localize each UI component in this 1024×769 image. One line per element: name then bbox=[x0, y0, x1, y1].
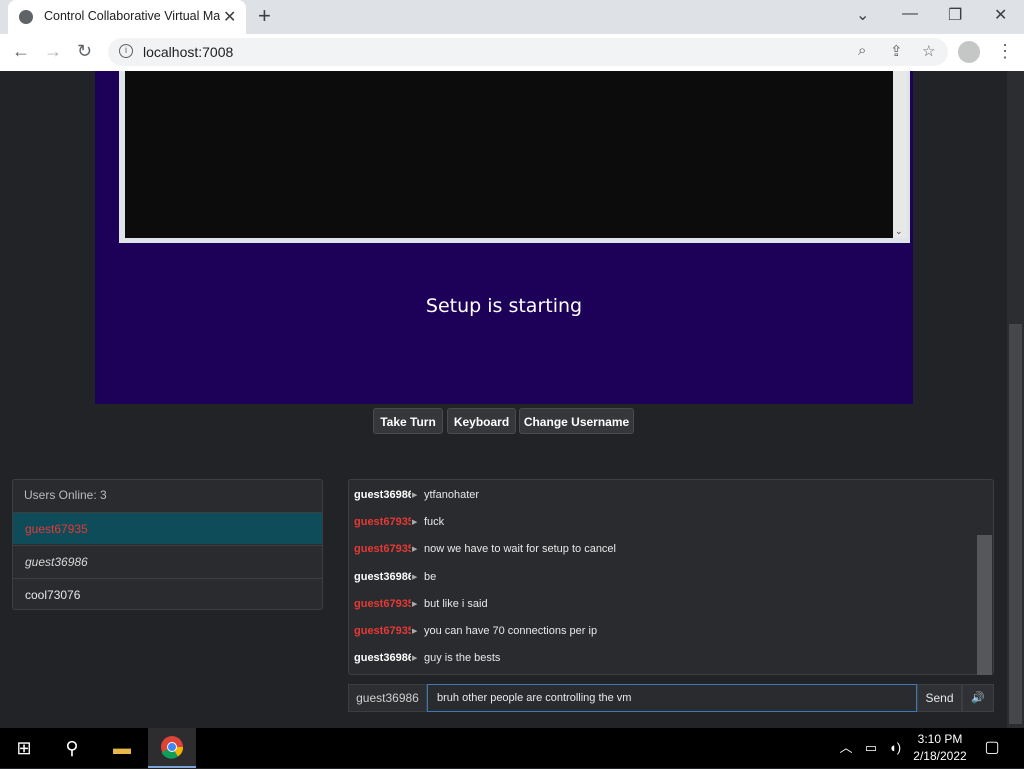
user-list-item[interactable]: guest67935 bbox=[13, 512, 322, 544]
chat-username: guest67935 bbox=[354, 516, 411, 528]
chat-arrow-icon: ▶ bbox=[412, 655, 418, 662]
speaker-icon[interactable]: ◖) bbox=[884, 728, 906, 768]
windows-start-icon[interactable]: ⊞ bbox=[0, 728, 48, 768]
chat-message: but like i said bbox=[424, 598, 488, 610]
browser-tab[interactable]: Control Collaborative Virtual Ma ✕ bbox=[8, 0, 246, 34]
chat-input[interactable] bbox=[427, 684, 917, 712]
chat-username-label: guest36986 bbox=[348, 684, 427, 712]
restore-button[interactable]: ❐ bbox=[948, 5, 962, 25]
chat-arrow-icon: ▶ bbox=[412, 574, 418, 581]
volume-icon[interactable]: 🔊 bbox=[962, 684, 994, 712]
info-icon[interactable]: i bbox=[119, 44, 133, 58]
chat-message: ytfanohater bbox=[424, 489, 480, 501]
chevron-down-icon: ⌄ bbox=[895, 226, 903, 236]
send-button[interactable]: Send bbox=[917, 684, 962, 712]
take-turn-button[interactable]: Take Turn bbox=[373, 408, 443, 434]
close-tab-icon[interactable]: ✕ bbox=[223, 7, 236, 27]
new-tab-button[interactable]: + bbox=[258, 3, 271, 29]
chat-username: guest67935 bbox=[354, 625, 411, 637]
chat-message: guy is the bests bbox=[424, 652, 501, 664]
keyboard-button[interactable]: Keyboard bbox=[447, 408, 516, 434]
chat-username: guest36986 bbox=[354, 489, 411, 501]
clock-date: 2/18/2022 bbox=[913, 749, 967, 763]
chrome-icon bbox=[161, 736, 184, 759]
globe-icon bbox=[19, 10, 33, 24]
chat-username: guest36986 bbox=[354, 652, 411, 664]
vm-console-scrollbar bbox=[893, 71, 907, 238]
chat-arrow-icon: ▶ bbox=[412, 492, 418, 499]
chat-scrollbar[interactable] bbox=[977, 535, 992, 675]
chat-panel bbox=[348, 479, 994, 675]
chat-username: guest36986 bbox=[354, 571, 411, 583]
address-bar[interactable]: i localhost:7008 bbox=[108, 38, 948, 66]
chat-username: guest67935 bbox=[354, 598, 411, 610]
user-list-item[interactable]: cool73076 bbox=[13, 578, 322, 610]
network-icon[interactable]: ▭ bbox=[860, 728, 882, 768]
chat-arrow-icon: ▶ bbox=[412, 601, 418, 608]
notifications-icon[interactable]: ▢ bbox=[978, 728, 1006, 768]
chat-arrow-icon: ▶ bbox=[412, 546, 418, 553]
chat-username: guest67935 bbox=[354, 543, 411, 555]
chat-message: you can have 70 connections per ip bbox=[424, 625, 598, 637]
users-online-header: Users Online: 3 bbox=[24, 488, 107, 502]
search-icon[interactable]: ⚲ bbox=[48, 728, 96, 768]
chat-arrow-icon: ▶ bbox=[412, 628, 418, 635]
chrome-taskbar-button[interactable] bbox=[148, 728, 196, 768]
chat-arrow-icon: ▶ bbox=[412, 519, 418, 526]
url-text: localhost:7008 bbox=[143, 44, 234, 60]
vm-setup-text: Setup is starting bbox=[425, 295, 583, 317]
chat-message: fuck bbox=[424, 516, 445, 528]
clock[interactable]: 3:10 PM 2/18/2022 bbox=[905, 731, 975, 765]
bookmark-star-icon[interactable]: ☆ bbox=[922, 42, 935, 60]
clock-time: 3:10 PM bbox=[917, 732, 963, 746]
close-window-button[interactable]: ✕ bbox=[994, 5, 1007, 25]
file-explorer-icon[interactable]: ▬ bbox=[98, 728, 146, 768]
tab-title: Control Collaborative Virtual Ma bbox=[44, 9, 220, 23]
chat-message: be bbox=[424, 571, 437, 583]
profile-avatar[interactable] bbox=[958, 41, 980, 63]
page-content: ⌄ Setup is starting Take Turn Keyboard C… bbox=[0, 71, 1007, 728]
share-icon[interactable]: ⇪ bbox=[890, 42, 903, 60]
chat-message: now we have to wait for setup to cancel bbox=[424, 543, 616, 555]
user-list-item[interactable]: guest36986 bbox=[13, 545, 322, 577]
vm-console-body bbox=[125, 71, 893, 238]
page-scrollbar-thumb[interactable] bbox=[1009, 324, 1022, 724]
change-username-button[interactable]: Change Username bbox=[519, 408, 634, 434]
forward-icon[interactable]: → bbox=[44, 41, 62, 62]
minimize-button[interactable]: — bbox=[902, 5, 918, 23]
back-icon[interactable]: ← bbox=[12, 41, 30, 62]
tab-search-icon[interactable]: ⌄ bbox=[856, 5, 869, 25]
chevron-up-icon[interactable]: ︿ bbox=[836, 728, 856, 768]
kebab-menu-icon[interactable]: ⋮ bbox=[996, 41, 1014, 62]
reload-icon[interactable]: ↻ bbox=[77, 41, 92, 62]
zoom-icon[interactable]: ⌕ bbox=[858, 42, 866, 59]
